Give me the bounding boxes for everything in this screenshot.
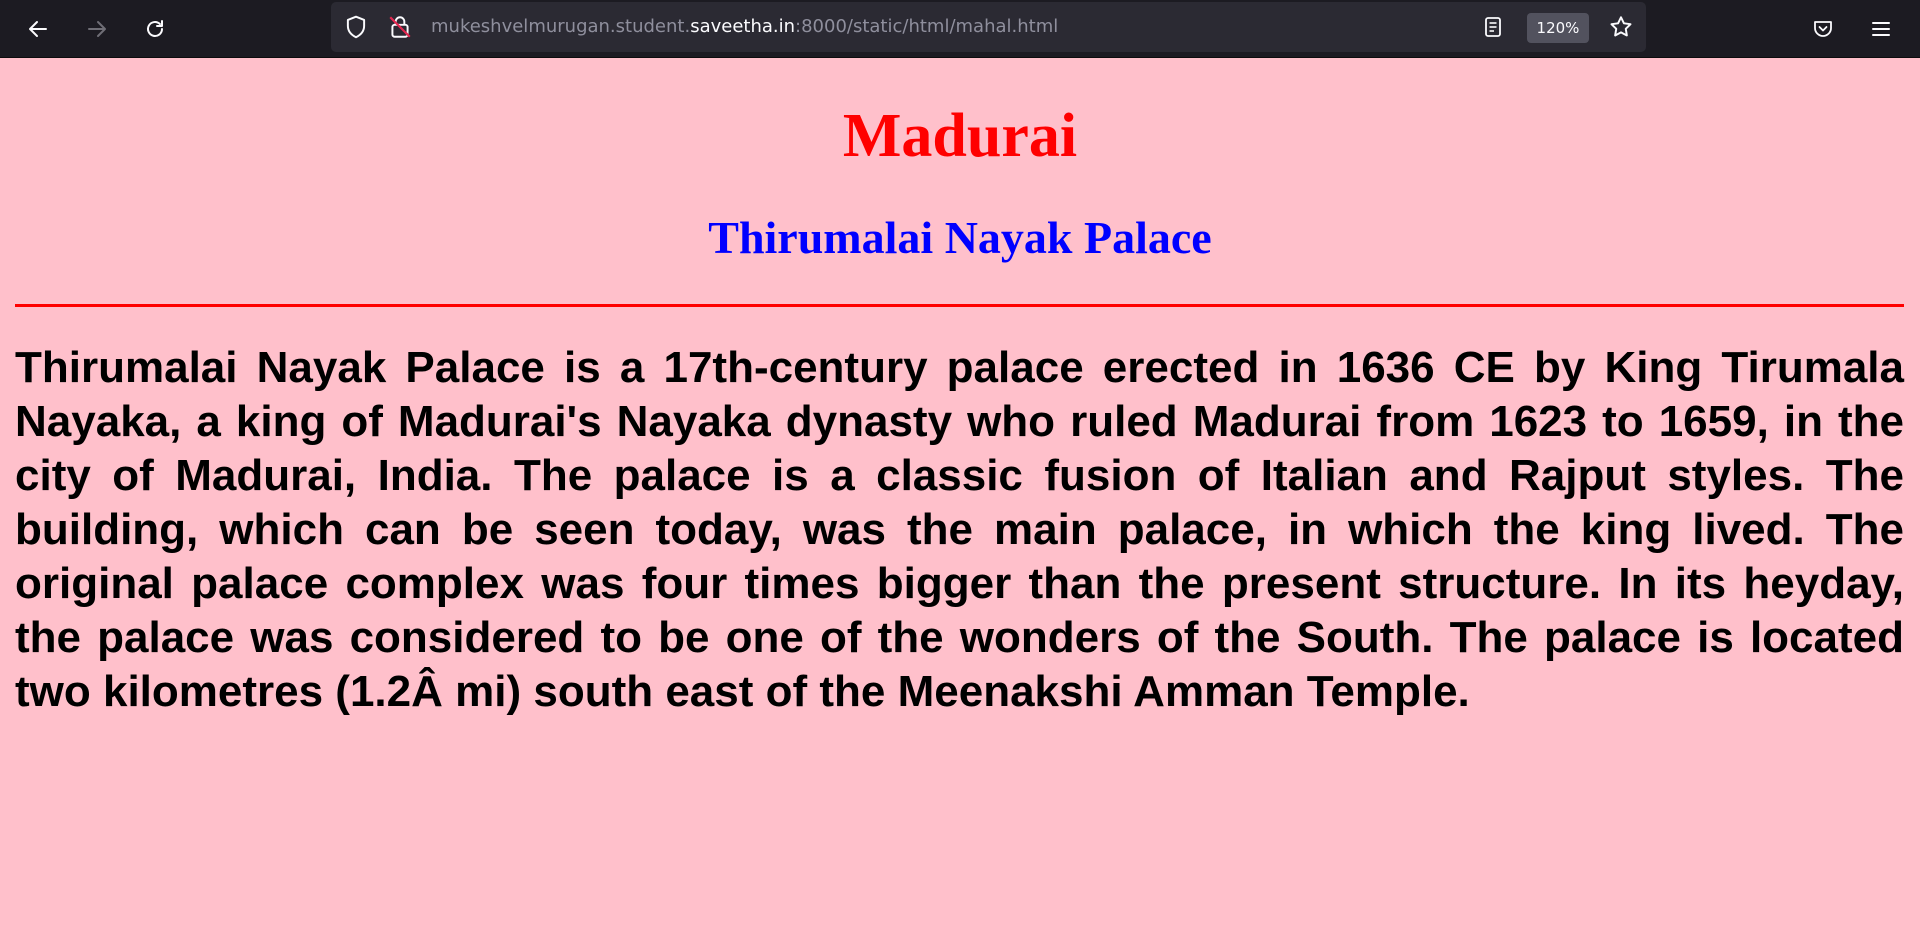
page-subtitle: Thirumalai Nayak Palace xyxy=(708,212,1212,263)
app-menu-button[interactable] xyxy=(1861,9,1901,49)
page-content: Madurai Thirumalai Nayak Palace Thirumal… xyxy=(0,58,1920,938)
browser-toolbar: mukeshvelmurugan.student.saveetha.in:800… xyxy=(0,0,1920,58)
reload-icon xyxy=(143,17,167,41)
reader-view-icon[interactable] xyxy=(1481,15,1505,44)
page-title: Madurai xyxy=(842,102,1078,170)
body-paragraph: Thirumalai Nayak Palace is a 17th-centur… xyxy=(15,343,1904,716)
pocket-button[interactable] xyxy=(1803,9,1843,49)
divider xyxy=(15,304,1904,307)
star-icon[interactable] xyxy=(1608,14,1634,45)
back-button[interactable] xyxy=(18,9,58,49)
forward-button[interactable] xyxy=(77,9,117,49)
back-arrow-icon xyxy=(26,17,50,41)
url-suffix: :8000/static/html/mahal.html xyxy=(795,16,1059,37)
hamburger-menu-icon xyxy=(1869,17,1893,41)
url-host: saveetha.in xyxy=(690,16,796,37)
url-prefix: mukeshvelmurugan.student. xyxy=(431,16,691,37)
insecure-lock-icon[interactable] xyxy=(387,14,413,45)
url-text[interactable]: mukeshvelmurugan.student.saveetha.in:800… xyxy=(431,2,1058,52)
address-bar[interactable]: mukeshvelmurugan.student.saveetha.in:800… xyxy=(331,2,1646,52)
shield-icon[interactable] xyxy=(343,14,369,45)
reload-button[interactable] xyxy=(135,9,175,49)
zoom-level-button[interactable]: 120% xyxy=(1527,13,1589,43)
pocket-icon xyxy=(1811,17,1835,41)
forward-arrow-icon xyxy=(85,17,109,41)
